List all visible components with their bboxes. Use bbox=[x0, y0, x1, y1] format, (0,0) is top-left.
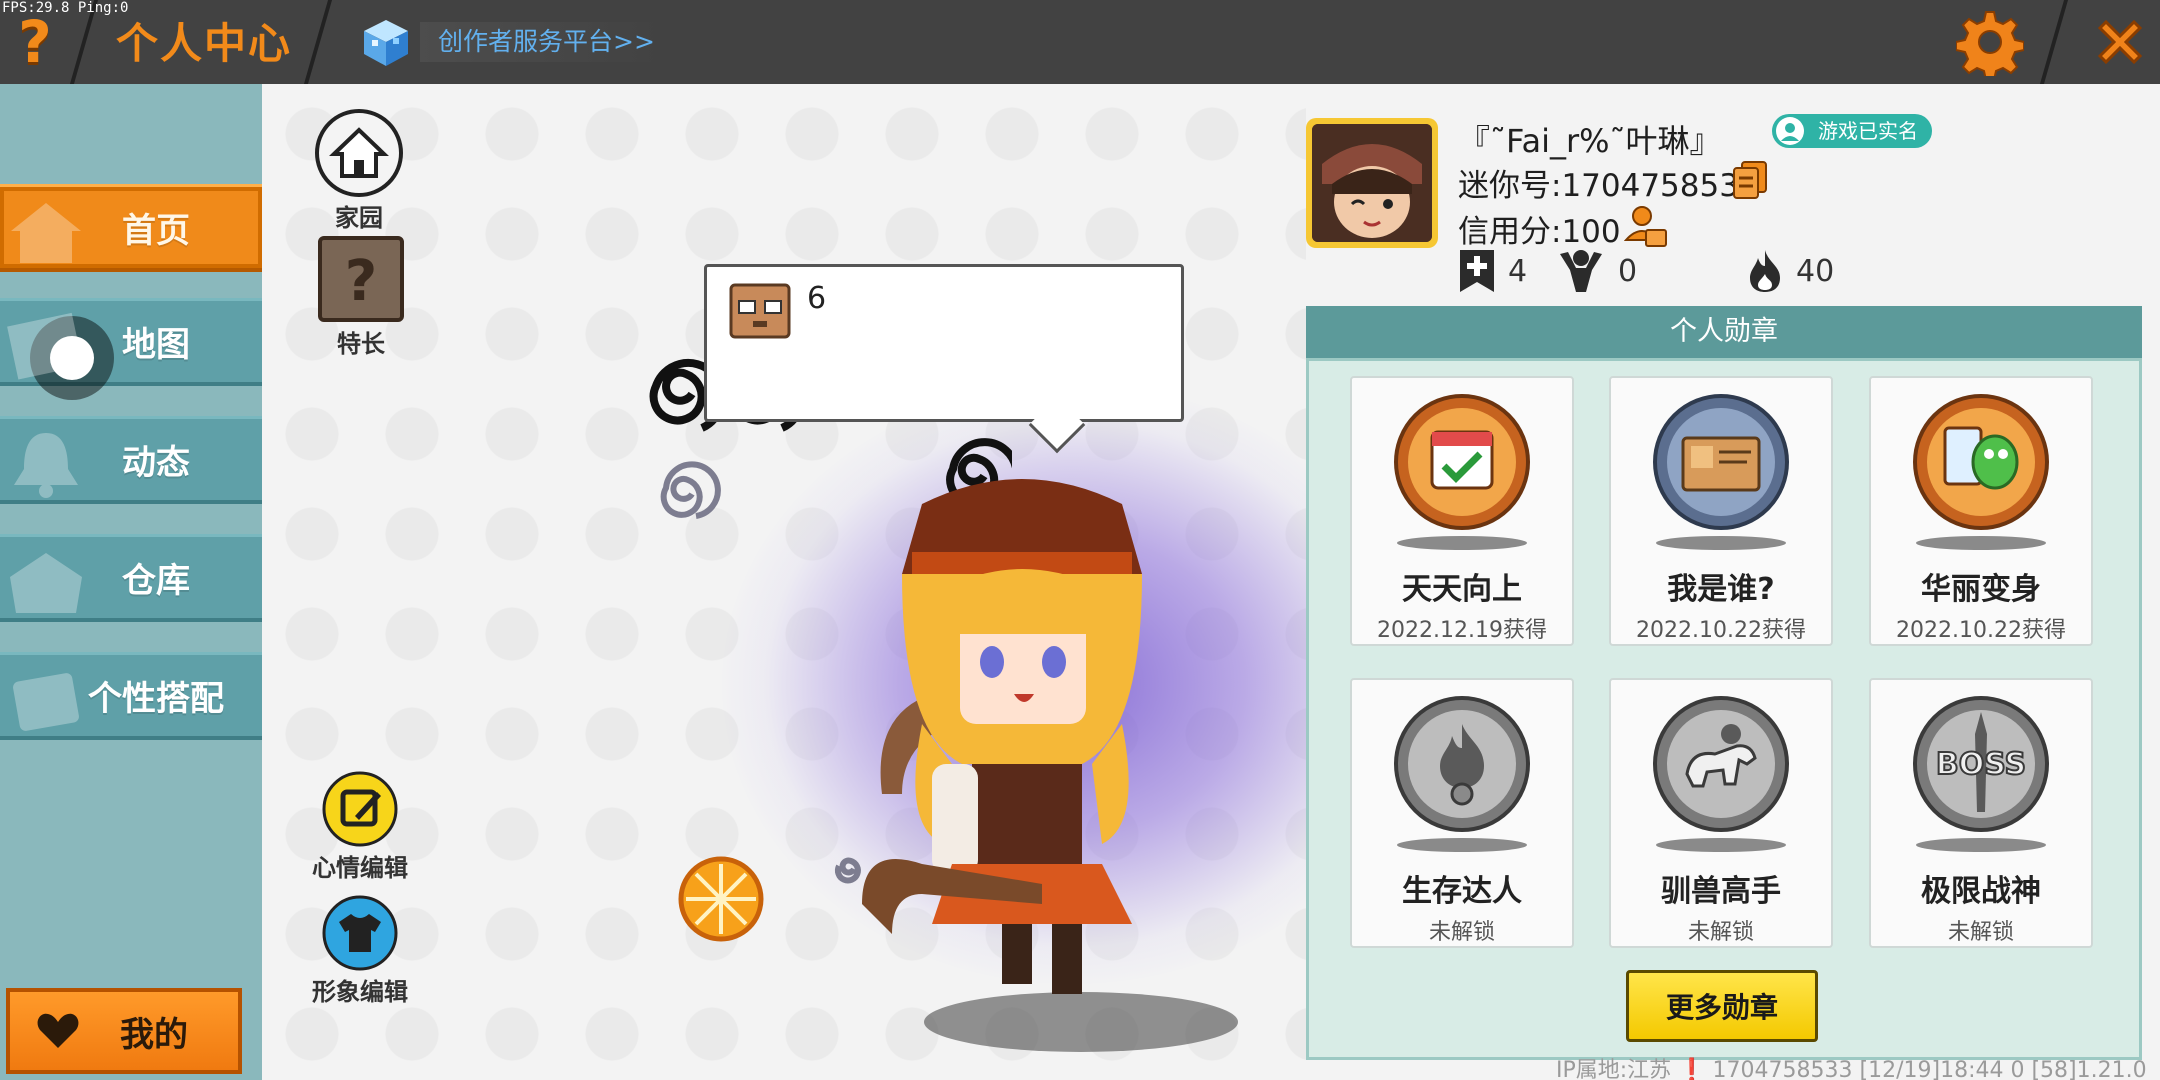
talent-label: 特长 bbox=[337, 330, 385, 358]
mini-id: 迷你号:1704758533 bbox=[1458, 168, 1759, 204]
mood-edit-button[interactable]: 心情编辑 bbox=[312, 770, 408, 883]
credit-score: 信用分:100 bbox=[1458, 214, 1621, 250]
medal-card[interactable]: 驯兽高手 未解锁 bbox=[1609, 678, 1833, 948]
more-medals-button[interactable]: 更多勋章 bbox=[1626, 970, 1818, 1042]
medal-plinth bbox=[1397, 536, 1527, 550]
stat-adds[interactable]: 4 bbox=[1458, 248, 1527, 294]
appearance-edit-label: 形象编辑 bbox=[312, 978, 408, 1006]
close-icon bbox=[2097, 19, 2143, 65]
stat-heat-value: 40 bbox=[1796, 253, 1835, 289]
fps-readout: FPS:29.8 Ping:0 bbox=[2, 0, 129, 16]
sidebar: 首页 地图 动态 仓库 个性搭配 bbox=[0, 84, 262, 1080]
verified-label: 游戏已实名 bbox=[1818, 119, 1918, 143]
sidebar-item-map[interactable]: 地图 bbox=[0, 298, 262, 386]
sidebar-item-outfit[interactable]: 个性搭配 bbox=[0, 652, 262, 740]
svg-text:?: ? bbox=[345, 249, 377, 314]
medal-plinth bbox=[1916, 536, 2046, 550]
verified-user-icon bbox=[1776, 117, 1804, 145]
mood-speech-bubble: 6 bbox=[704, 264, 1184, 454]
medal-section-header: 个人勋章 bbox=[1306, 306, 2142, 358]
shirt-icon bbox=[322, 895, 398, 971]
dino-costume-medal-icon bbox=[1913, 394, 2049, 530]
medal-name: 天天向上 bbox=[1402, 572, 1522, 607]
sidebar-item-label: 首页 bbox=[122, 211, 190, 251]
sidebar-item-label: 个性搭配 bbox=[88, 679, 224, 719]
medal-name: 极限战神 bbox=[1921, 874, 2041, 909]
copy-icon[interactable] bbox=[1732, 160, 1768, 200]
stat-fans[interactable]: 0 bbox=[1556, 248, 1637, 294]
mood-count: 6 bbox=[807, 281, 827, 316]
appearance-edit-button[interactable]: 形象编辑 bbox=[312, 894, 408, 1007]
talent-button[interactable]: ? 特长 bbox=[316, 234, 406, 359]
svg-text:BOSS: BOSS bbox=[1936, 747, 2026, 782]
top-bar: ? 个人中心 创作者服务平台>> FPS:29.8 Ping:0 bbox=[0, 0, 2160, 84]
divider bbox=[2039, 0, 2069, 84]
mine-button[interactable]: 我的 bbox=[6, 988, 242, 1074]
gear-icon[interactable] bbox=[1956, 8, 2024, 76]
boss-sword-medal-icon: BOSS bbox=[1913, 696, 2049, 832]
sidebar-item-label: 仓库 bbox=[122, 561, 190, 601]
page-title: 个人中心 bbox=[116, 19, 293, 68]
medal-name: 我是谁? bbox=[1667, 572, 1775, 607]
stat-heat[interactable]: 40 bbox=[1746, 248, 1834, 294]
mood-edit-label: 心情编辑 bbox=[312, 854, 408, 882]
medal-card[interactable]: 我是谁? 2022.10.22获得 bbox=[1609, 376, 1833, 646]
heart-icon bbox=[37, 1013, 79, 1048]
player-character-avatar[interactable] bbox=[842, 464, 1202, 1024]
fire-icon bbox=[1750, 250, 1780, 292]
medal-card[interactable]: 华丽变身 2022.10.22获得 bbox=[1869, 376, 2093, 646]
medal-plinth bbox=[1656, 838, 1786, 852]
stat-adds-value: 4 bbox=[1508, 253, 1528, 289]
home-garden-button[interactable]: 家园 bbox=[314, 108, 404, 233]
medal-plinth bbox=[1916, 838, 2046, 852]
medal-date: 2022.12.19获得 bbox=[1377, 618, 1547, 643]
avatar-portrait bbox=[1312, 124, 1432, 242]
medal-plinth bbox=[1656, 536, 1786, 550]
medal-plinth bbox=[1397, 838, 1527, 852]
medal-date: 2022.10.22获得 bbox=[1636, 618, 1806, 643]
credit-user-icon[interactable] bbox=[1624, 204, 1668, 248]
sidebar-item-label: 动态 bbox=[122, 443, 190, 483]
medal-card[interactable]: 生存达人 未解锁 bbox=[1350, 678, 1574, 948]
medal-date: 未解锁 bbox=[1947, 920, 2014, 945]
medal-name: 驯兽高手 bbox=[1661, 874, 1781, 909]
avatar[interactable] bbox=[1306, 118, 1438, 248]
character-stage: 家园 ? 特长 6 心情编辑 形象编辑 bbox=[262, 84, 1306, 1080]
add-friend-icon bbox=[1460, 250, 1494, 292]
close-button[interactable] bbox=[2080, 0, 2160, 84]
sidebar-item-feed[interactable]: 动态 bbox=[0, 416, 262, 504]
sidebar-item-warehouse[interactable]: 仓库 bbox=[0, 534, 262, 622]
sidebar-item-label: 地图 bbox=[122, 325, 190, 365]
stat-fans-value: 0 bbox=[1618, 253, 1638, 289]
home-garden-label: 家园 bbox=[335, 204, 383, 232]
edit-pencil-icon bbox=[322, 771, 398, 847]
creator-cube-icon[interactable] bbox=[360, 16, 412, 68]
medal-date: 2022.10.22获得 bbox=[1896, 618, 2066, 643]
campfire-medal-icon bbox=[1394, 696, 1530, 832]
footer-info: IP属地:江苏 ❗ 1704758533 [12/19]18:44 0 [58]… bbox=[1556, 1058, 2147, 1080]
mine-label: 我的 bbox=[120, 1014, 188, 1055]
medal-name: 生存达人 bbox=[1402, 874, 1522, 909]
medal-date: 未解锁 bbox=[1428, 920, 1495, 945]
fans-icon bbox=[1560, 250, 1602, 292]
question-box-icon: ? bbox=[318, 236, 404, 322]
sidebar-item-home[interactable]: 首页 bbox=[0, 184, 262, 272]
verified-badge: 游戏已实名 bbox=[1772, 114, 1932, 148]
calendar-medal-icon bbox=[1394, 394, 1530, 530]
creator-platform-link[interactable]: 创作者服务平台>> bbox=[420, 22, 665, 62]
medal-card[interactable]: BOSS 极限战神 未解锁 bbox=[1869, 678, 2093, 948]
orange-slice-icon bbox=[678, 856, 764, 942]
house-icon bbox=[315, 109, 403, 197]
nickname: 『˜Fai_r%˜叶琳』 bbox=[1458, 122, 1722, 160]
medal-name: 华丽变身 bbox=[1921, 572, 2041, 607]
id-card-medal-icon bbox=[1653, 394, 1789, 530]
divider bbox=[303, 0, 333, 84]
beast-rider-medal-icon bbox=[1653, 696, 1789, 832]
medal-date: 未解锁 bbox=[1687, 920, 1754, 945]
block-face-icon bbox=[729, 283, 791, 339]
medal-card[interactable]: 天天向上 2022.12.19获得 bbox=[1350, 376, 1574, 646]
